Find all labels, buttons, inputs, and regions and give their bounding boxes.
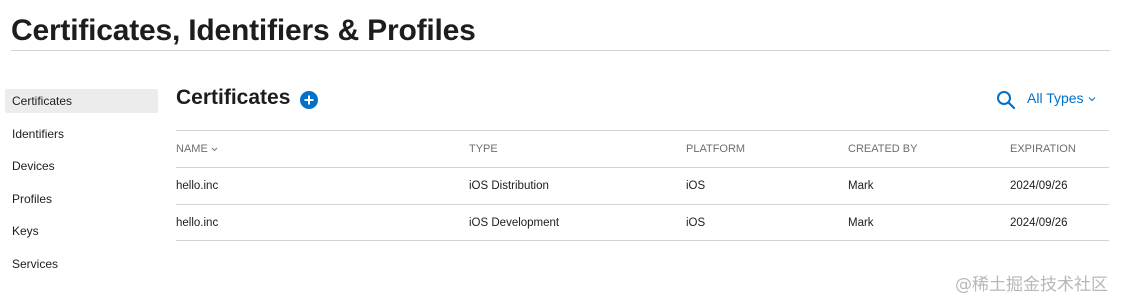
column-header-name[interactable]: NAME — [176, 131, 218, 167]
cell-type: iOS Development — [469, 217, 560, 229]
column-header-label: NAME — [176, 143, 208, 155]
table-row[interactable]: hello.inc iOS Development iOS Mark 2024/… — [176, 204, 1109, 241]
sidebar-item-keys[interactable]: Keys — [5, 219, 158, 243]
cell-created-by: Mark — [848, 217, 874, 229]
sidebar-item-profiles[interactable]: Profiles — [5, 187, 158, 211]
sidebar: Certificates Identifiers Devices Profile… — [5, 89, 158, 284]
sidebar-item-devices[interactable]: Devices — [5, 154, 158, 178]
add-certificate-button[interactable] — [300, 91, 318, 109]
sidebar-item-identifiers[interactable]: Identifiers — [5, 122, 158, 146]
table-row[interactable]: hello.inc iOS Distribution iOS Mark 2024… — [176, 167, 1109, 204]
cell-platform: iOS — [686, 180, 706, 192]
cell-expiration: 2024/09/26 — [1010, 217, 1068, 229]
cell-type: iOS Distribution — [469, 180, 549, 192]
page: Certificates, Identifiers & Profiles Cer… — [0, 0, 1122, 300]
chevron-down-icon — [1088, 96, 1095, 101]
title-divider — [11, 50, 1110, 51]
plus-circle-icon — [304, 95, 314, 105]
page-title: Certificates, Identifiers & Profiles — [11, 14, 476, 47]
sidebar-item-certificates[interactable]: Certificates — [5, 89, 158, 113]
type-filter-label: All Types — [1027, 90, 1084, 106]
sidebar-item-services[interactable]: Services — [5, 252, 158, 276]
column-header-platform: PLATFORM — [686, 143, 746, 155]
cell-platform: iOS — [686, 217, 706, 229]
watermark: @稀土掘金技术社区 — [955, 275, 1108, 295]
cell-name: hello.inc — [176, 217, 219, 229]
table-header-row: NAME TYPE PLATFORM CREATED BY EXPIRATION — [176, 130, 1109, 167]
search-icon — [997, 91, 1016, 110]
certificates-table: NAME TYPE PLATFORM CREATED BY EXPIRATION… — [176, 130, 1109, 241]
search-button[interactable] — [996, 90, 1016, 110]
cell-name: hello.inc — [176, 180, 219, 192]
section-title: Certificates — [176, 86, 291, 109]
column-header-type: TYPE — [469, 143, 498, 155]
chevron-down-icon — [211, 147, 218, 151]
column-header-expiration: EXPIRATION — [1010, 143, 1076, 155]
cell-created-by: Mark — [848, 180, 874, 192]
cell-expiration: 2024/09/26 — [1010, 180, 1068, 192]
type-filter-dropdown[interactable]: All Types — [1027, 90, 1096, 106]
column-header-created-by: CREATED BY — [848, 143, 918, 155]
